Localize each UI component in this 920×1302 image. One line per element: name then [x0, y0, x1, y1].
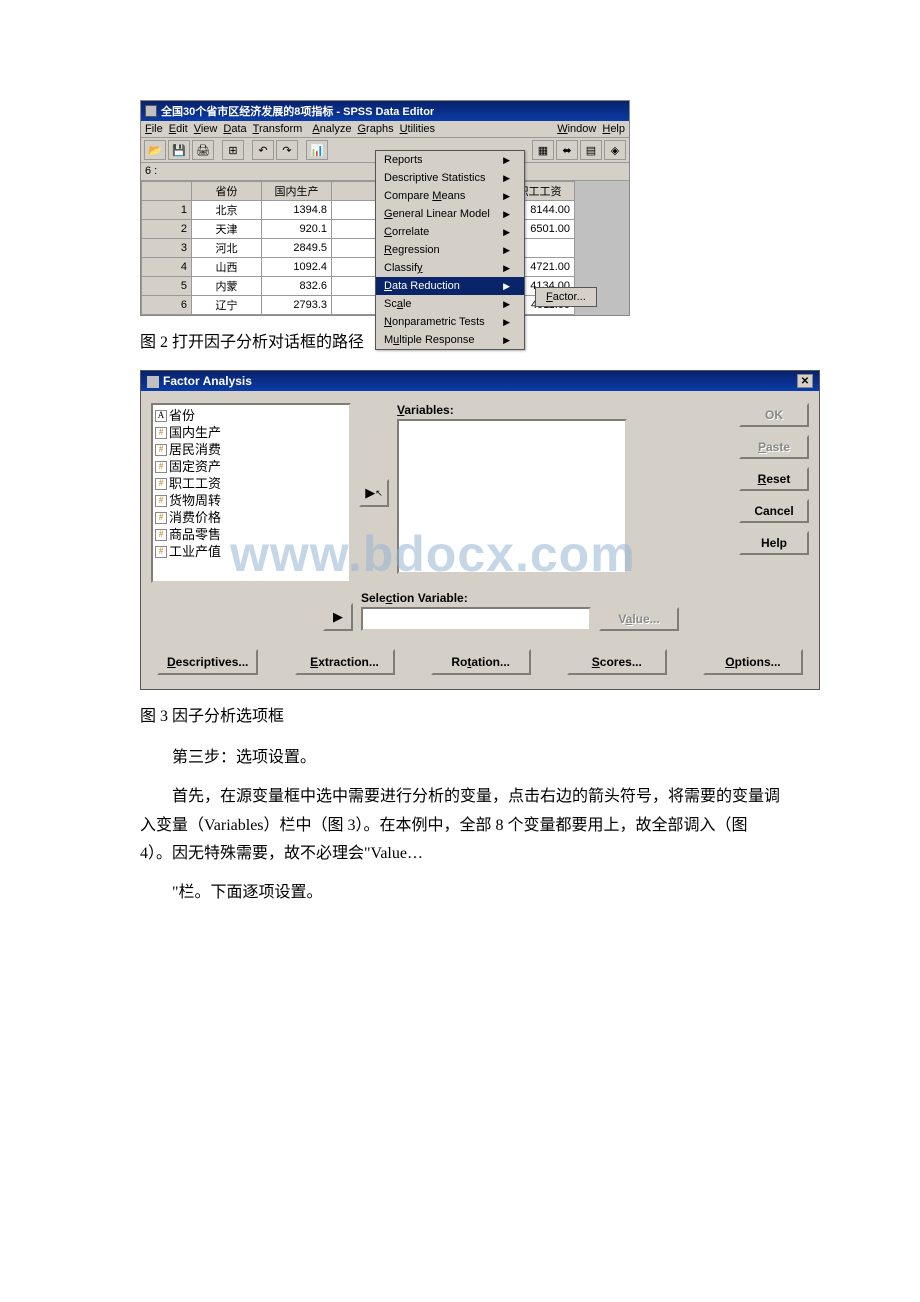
- row-header-blank: [142, 182, 192, 201]
- numeric-var-icon: #: [155, 546, 167, 558]
- figure-caption-3: 图 3 因子分析选项框: [140, 702, 780, 726]
- menu-regression[interactable]: Regression▶: [376, 241, 524, 259]
- menu-nonparametric[interactable]: Nonparametric Tests▶: [376, 313, 524, 331]
- menu-bar: File Edit View Data Transform Analyze Gr…: [141, 121, 629, 138]
- factor-dialog-figure: Factor Analysis ✕ A省份 #国内生产 #居民消费 #固定资产 …: [140, 370, 780, 690]
- menu-factor[interactable]: Factor...: [546, 291, 586, 303]
- tool-icon-1[interactable]: ▦: [532, 140, 554, 160]
- arrow-right-icon: ▶: [503, 155, 510, 166]
- list-item: #商品零售: [155, 526, 347, 543]
- dialog-titlebar: Factor Analysis ✕: [141, 371, 819, 391]
- analyze-dropdown: Reports▶ Descriptive Statistics▶ Compare…: [375, 150, 525, 350]
- menu-classify[interactable]: Classify▶: [376, 259, 524, 277]
- menu-graphs[interactable]: Graphs: [357, 123, 393, 135]
- list-item: #国内生产: [155, 424, 347, 441]
- spss-editor-figure: 全国30个省市区经济发展的8项指标 - SPSS Data Editor Fil…: [140, 100, 780, 316]
- help-button[interactable]: Help: [739, 531, 809, 555]
- menu-data[interactable]: Data: [223, 123, 246, 135]
- window-title: 全国30个省市区经济发展的8项指标 - SPSS Data Editor: [161, 103, 434, 119]
- list-item: #居民消费: [155, 441, 347, 458]
- ok-button[interactable]: OK: [739, 403, 809, 427]
- arrow-right-icon: ▶: [503, 263, 510, 274]
- source-variables-list[interactable]: A省份 #国内生产 #居民消费 #固定资产 #职工工资 #货物周转 #消费价格 …: [151, 403, 351, 583]
- paragraph-body: 首先，在源变量框中选中需要进行分析的变量，点击右边的箭头符号，将需要的变量调入变…: [140, 783, 780, 869]
- descriptives-button[interactable]: Descriptives...: [157, 649, 258, 675]
- rotation-button[interactable]: Rotation...: [431, 649, 531, 675]
- scores-button[interactable]: Scores...: [567, 649, 667, 675]
- redo-icon[interactable]: ↷: [276, 140, 298, 160]
- variables-listbox[interactable]: [397, 419, 627, 574]
- close-button[interactable]: ✕: [797, 374, 813, 388]
- numeric-var-icon: #: [155, 461, 167, 473]
- menu-analyze[interactable]: Analyze: [312, 123, 351, 135]
- numeric-var-icon: #: [155, 427, 167, 439]
- arrow-right-icon: ▶: [503, 209, 510, 220]
- options-button[interactable]: Options...: [703, 649, 803, 675]
- menu-correlate[interactable]: Correlate▶: [376, 223, 524, 241]
- menu-glm[interactable]: General Linear Model▶: [376, 205, 524, 223]
- list-item: #消费价格: [155, 509, 347, 526]
- menu-file[interactable]: File: [145, 123, 163, 135]
- menu-data-reduction[interactable]: Data Reduction▶: [376, 277, 524, 295]
- arrow-right-icon: ▶: [503, 317, 510, 328]
- factor-analysis-dialog: Factor Analysis ✕ A省份 #国内生产 #居民消费 #固定资产 …: [140, 370, 820, 690]
- menu-multiple-response[interactable]: Multiple Response▶: [376, 331, 524, 349]
- open-icon[interactable]: 📂: [144, 140, 166, 160]
- arrow-right-icon: ▶: [503, 227, 510, 238]
- selection-variable-label: Selection Variable:: [361, 591, 591, 605]
- arrow-right-icon: ▶: [503, 335, 510, 346]
- menu-compare-means[interactable]: Compare Means▶: [376, 187, 524, 205]
- numeric-var-icon: #: [155, 495, 167, 507]
- string-var-icon: A: [155, 410, 167, 422]
- menu-descriptive[interactable]: Descriptive Statistics▶: [376, 169, 524, 187]
- print-icon[interactable]: 🖨: [192, 140, 214, 160]
- data-reduction-submenu: Factor...: [535, 287, 597, 307]
- list-item: #固定资产: [155, 458, 347, 475]
- paragraph-step: 第三步：选项设置。: [140, 744, 780, 773]
- reset-button[interactable]: Reset: [739, 467, 809, 491]
- numeric-var-icon: #: [155, 478, 167, 490]
- extraction-button[interactable]: Extraction...: [295, 649, 395, 675]
- spss-titlebar: 全国30个省市区经济发展的8项指标 - SPSS Data Editor: [141, 101, 629, 121]
- arrow-right-icon: ▶: [503, 173, 510, 184]
- col-province[interactable]: 省份: [192, 182, 262, 201]
- tool-icon-3[interactable]: ▤: [580, 140, 602, 160]
- menu-scale[interactable]: Scale▶: [376, 295, 524, 313]
- col-gdp[interactable]: 国内生产: [262, 182, 332, 201]
- numeric-var-icon: #: [155, 529, 167, 541]
- tool-icon-4[interactable]: ◈: [604, 140, 626, 160]
- menu-help[interactable]: Help: [602, 123, 625, 135]
- arrow-right-icon: ▶: [503, 281, 510, 292]
- menu-transform[interactable]: Transform: [253, 123, 303, 135]
- menu-utilities[interactable]: Utilities: [400, 123, 435, 135]
- paste-button[interactable]: Paste: [739, 435, 809, 459]
- menu-edit[interactable]: Edit: [169, 123, 188, 135]
- save-icon[interactable]: 💾: [168, 140, 190, 160]
- numeric-var-icon: #: [155, 512, 167, 524]
- arrow-right-icon: ▶: [503, 245, 510, 256]
- paragraph-cont: "栏。下面逐项设置。: [140, 879, 780, 908]
- tool-icon-2[interactable]: ⬌: [556, 140, 578, 160]
- numeric-var-icon: #: [155, 444, 167, 456]
- move-sel-button[interactable]: ▶: [323, 603, 353, 631]
- list-item: #工业产值: [155, 543, 347, 560]
- cancel-button[interactable]: Cancel: [739, 499, 809, 523]
- app-icon: [145, 105, 157, 117]
- arrow-right-icon: ▶: [503, 299, 510, 310]
- arrow-right-icon: ▶: [503, 191, 510, 202]
- variables-label: Variables:: [397, 403, 731, 417]
- undo-icon[interactable]: ↶: [252, 140, 274, 160]
- menu-window[interactable]: Window: [557, 123, 596, 135]
- list-item: A省份: [155, 407, 347, 424]
- value-button[interactable]: Value...: [599, 607, 679, 631]
- chart-icon[interactable]: 📊: [306, 140, 328, 160]
- list-item: #货物周转: [155, 492, 347, 509]
- menu-reports[interactable]: Reports▶: [376, 151, 524, 169]
- list-item: #职工工资: [155, 475, 347, 492]
- selection-variable-box[interactable]: [361, 607, 591, 631]
- move-right-button[interactable]: ▶↖: [359, 479, 389, 507]
- dialog-icon: [147, 376, 159, 388]
- menu-view[interactable]: View: [194, 123, 218, 135]
- dialog-recall-icon[interactable]: ⊞: [222, 140, 244, 160]
